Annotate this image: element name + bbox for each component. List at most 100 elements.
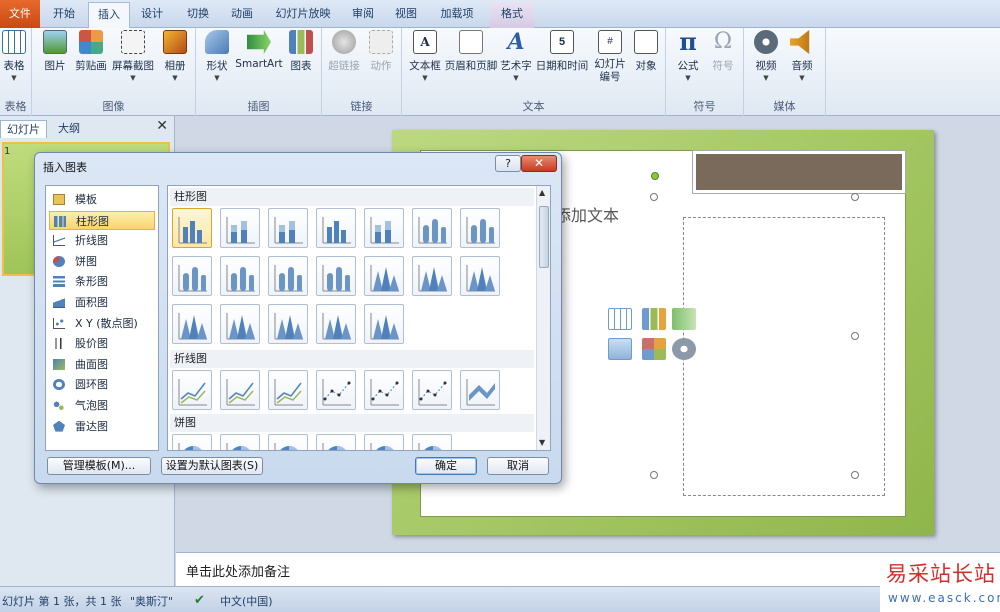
chart-category-item[interactable]: 雷达图 bbox=[49, 417, 155, 436]
insert-clipart-icon[interactable] bbox=[642, 338, 666, 360]
hyperlink-button[interactable]: 超链接 bbox=[326, 30, 362, 73]
column-chart-type[interactable] bbox=[268, 208, 308, 248]
audio-button[interactable]: 音频 ▼ bbox=[784, 30, 820, 82]
notes-pane[interactable]: 单击此处添加备注 bbox=[176, 552, 1000, 586]
textbox-button[interactable]: A 文本框 ▼ bbox=[406, 30, 444, 82]
tab-transitions[interactable]: 切换 bbox=[176, 2, 220, 28]
symbol-button[interactable]: Ω 符号 bbox=[706, 30, 740, 73]
content-placeholder[interactable] bbox=[683, 217, 885, 496]
column-chart-type[interactable] bbox=[364, 304, 404, 344]
chart-category-item[interactable]: 条形图 bbox=[49, 272, 155, 291]
tab-slides[interactable]: 幻灯片 bbox=[0, 120, 47, 138]
rotation-handle[interactable] bbox=[651, 172, 659, 180]
tab-home[interactable]: 开始 bbox=[42, 2, 86, 28]
line-chart-type[interactable] bbox=[220, 370, 260, 410]
close-pane-icon[interactable]: ✕ bbox=[156, 118, 168, 134]
chart-category-item[interactable]: X Y (散点图) bbox=[49, 314, 155, 333]
tab-addins[interactable]: 加载项 bbox=[432, 2, 482, 28]
resize-handle-bottom[interactable] bbox=[650, 471, 658, 479]
ok-button[interactable]: 确定 bbox=[415, 457, 477, 475]
resize-handle-bottom-right[interactable] bbox=[851, 471, 859, 479]
tab-design[interactable]: 设计 bbox=[132, 2, 172, 28]
column-chart-type[interactable] bbox=[268, 304, 308, 344]
chart-category-item[interactable]: 曲面图 bbox=[49, 355, 155, 374]
column-chart-type[interactable] bbox=[460, 256, 500, 296]
table-button[interactable]: 表格 ▼ bbox=[0, 30, 28, 82]
line-chart-type[interactable] bbox=[316, 370, 356, 410]
resize-handle-right[interactable] bbox=[851, 332, 859, 340]
column-chart-type[interactable] bbox=[412, 256, 452, 296]
pie-chart-type[interactable] bbox=[220, 434, 260, 450]
line-chart-type[interactable] bbox=[172, 370, 212, 410]
clipart-button[interactable]: 剪贴画 bbox=[74, 30, 108, 73]
line-chart-type[interactable] bbox=[412, 370, 452, 410]
pie-chart-type[interactable] bbox=[316, 434, 356, 450]
column-chart-type[interactable] bbox=[172, 256, 212, 296]
line-chart-type[interactable] bbox=[364, 370, 404, 410]
action-button[interactable]: 动作 bbox=[364, 30, 398, 73]
line-chart-type[interactable] bbox=[460, 370, 500, 410]
scrollbar-thumb[interactable] bbox=[539, 206, 549, 268]
help-button[interactable]: ? bbox=[495, 155, 521, 172]
tab-file[interactable]: 文件 bbox=[0, 0, 40, 28]
scroll-down-icon[interactable]: ▼ bbox=[539, 438, 545, 447]
manage-templates-button[interactable]: 管理模板(M)... bbox=[47, 457, 151, 475]
column-chart-type[interactable] bbox=[220, 304, 260, 344]
chart-category-item[interactable]: 股价图 bbox=[49, 334, 155, 353]
chart-category-item[interactable]: 面积图 bbox=[49, 293, 155, 312]
chart-category-item[interactable]: 折线图 bbox=[49, 231, 155, 250]
pie-chart-type[interactable] bbox=[412, 434, 452, 450]
smartart-button[interactable]: SmartArt bbox=[234, 30, 284, 70]
chart-category-item[interactable]: 圆环图 bbox=[49, 375, 155, 394]
video-button[interactable]: 视频 ▼ bbox=[748, 30, 784, 82]
tab-animations[interactable]: 动画 bbox=[222, 2, 262, 28]
insert-picture-icon[interactable] bbox=[608, 338, 632, 360]
status-theme[interactable]: "奥斯汀" bbox=[130, 593, 173, 609]
equation-button[interactable]: π 公式 ▼ bbox=[670, 30, 706, 83]
column-chart-type[interactable] bbox=[172, 304, 212, 344]
insert-table-icon[interactable] bbox=[608, 308, 632, 330]
placeholder-text[interactable]: 添加文本 bbox=[555, 202, 619, 226]
pie-chart-type[interactable] bbox=[364, 434, 404, 450]
slide-number-button[interactable]: # 幻灯片 编号 bbox=[590, 30, 630, 84]
chart-category-item[interactable]: 饼图 bbox=[49, 252, 155, 271]
insert-media-icon[interactable] bbox=[672, 338, 696, 360]
column-chart-type[interactable] bbox=[220, 256, 260, 296]
tab-format[interactable]: 格式 bbox=[490, 2, 534, 28]
column-chart-type[interactable] bbox=[268, 256, 308, 296]
column-chart-type[interactable] bbox=[316, 256, 356, 296]
resize-handle-top[interactable] bbox=[650, 193, 658, 201]
column-chart-type[interactable] bbox=[364, 256, 404, 296]
spellcheck-icon[interactable]: ✔ bbox=[194, 593, 205, 608]
screenshot-button[interactable]: 屏幕截图 ▼ bbox=[110, 30, 156, 82]
tab-insert[interactable]: 插入 bbox=[88, 2, 130, 29]
tab-view[interactable]: 视图 bbox=[388, 2, 424, 28]
status-language[interactable]: 中文(中国) bbox=[220, 593, 273, 609]
line-chart-type[interactable] bbox=[268, 370, 308, 410]
chart-category-item[interactable]: 柱形图 bbox=[49, 210, 155, 230]
header-footer-button[interactable]: 页眉和页脚 bbox=[444, 30, 498, 73]
shapes-button[interactable]: 形状 ▼ bbox=[200, 30, 234, 82]
pie-chart-type[interactable] bbox=[172, 434, 212, 450]
object-button[interactable]: 对象 bbox=[630, 30, 662, 73]
wordart-button[interactable]: A 艺术字 ▼ bbox=[498, 30, 534, 82]
tab-review[interactable]: 审阅 bbox=[344, 2, 382, 28]
tab-outline[interactable]: 大纲 bbox=[52, 120, 86, 138]
column-chart-type[interactable] bbox=[220, 208, 260, 248]
picture-button[interactable]: 图片 bbox=[38, 30, 72, 73]
column-chart-type[interactable] bbox=[364, 208, 404, 248]
cancel-button[interactable]: 取消 bbox=[487, 457, 549, 475]
datetime-button[interactable]: 5 日期和时间 bbox=[534, 30, 590, 73]
resize-handle-top-right[interactable] bbox=[851, 193, 859, 201]
chart-category-item[interactable]: 气泡图 bbox=[49, 396, 155, 415]
photo-album-button[interactable]: 相册 ▼ bbox=[158, 30, 192, 82]
column-chart-type[interactable] bbox=[460, 208, 500, 248]
dialog-close-button[interactable]: ✕ bbox=[521, 155, 557, 172]
column-chart-type[interactable] bbox=[412, 208, 452, 248]
chart-button[interactable]: 图表 bbox=[284, 30, 318, 73]
notes-placeholder[interactable]: 单击此处添加备注 bbox=[186, 561, 290, 580]
scroll-up-icon[interactable]: ▲ bbox=[539, 188, 545, 197]
insert-smartart-icon[interactable] bbox=[672, 308, 696, 330]
chart-category-item[interactable]: 模板 bbox=[49, 190, 155, 209]
gallery-scrollbar[interactable]: ▲ ▼ bbox=[536, 186, 550, 450]
